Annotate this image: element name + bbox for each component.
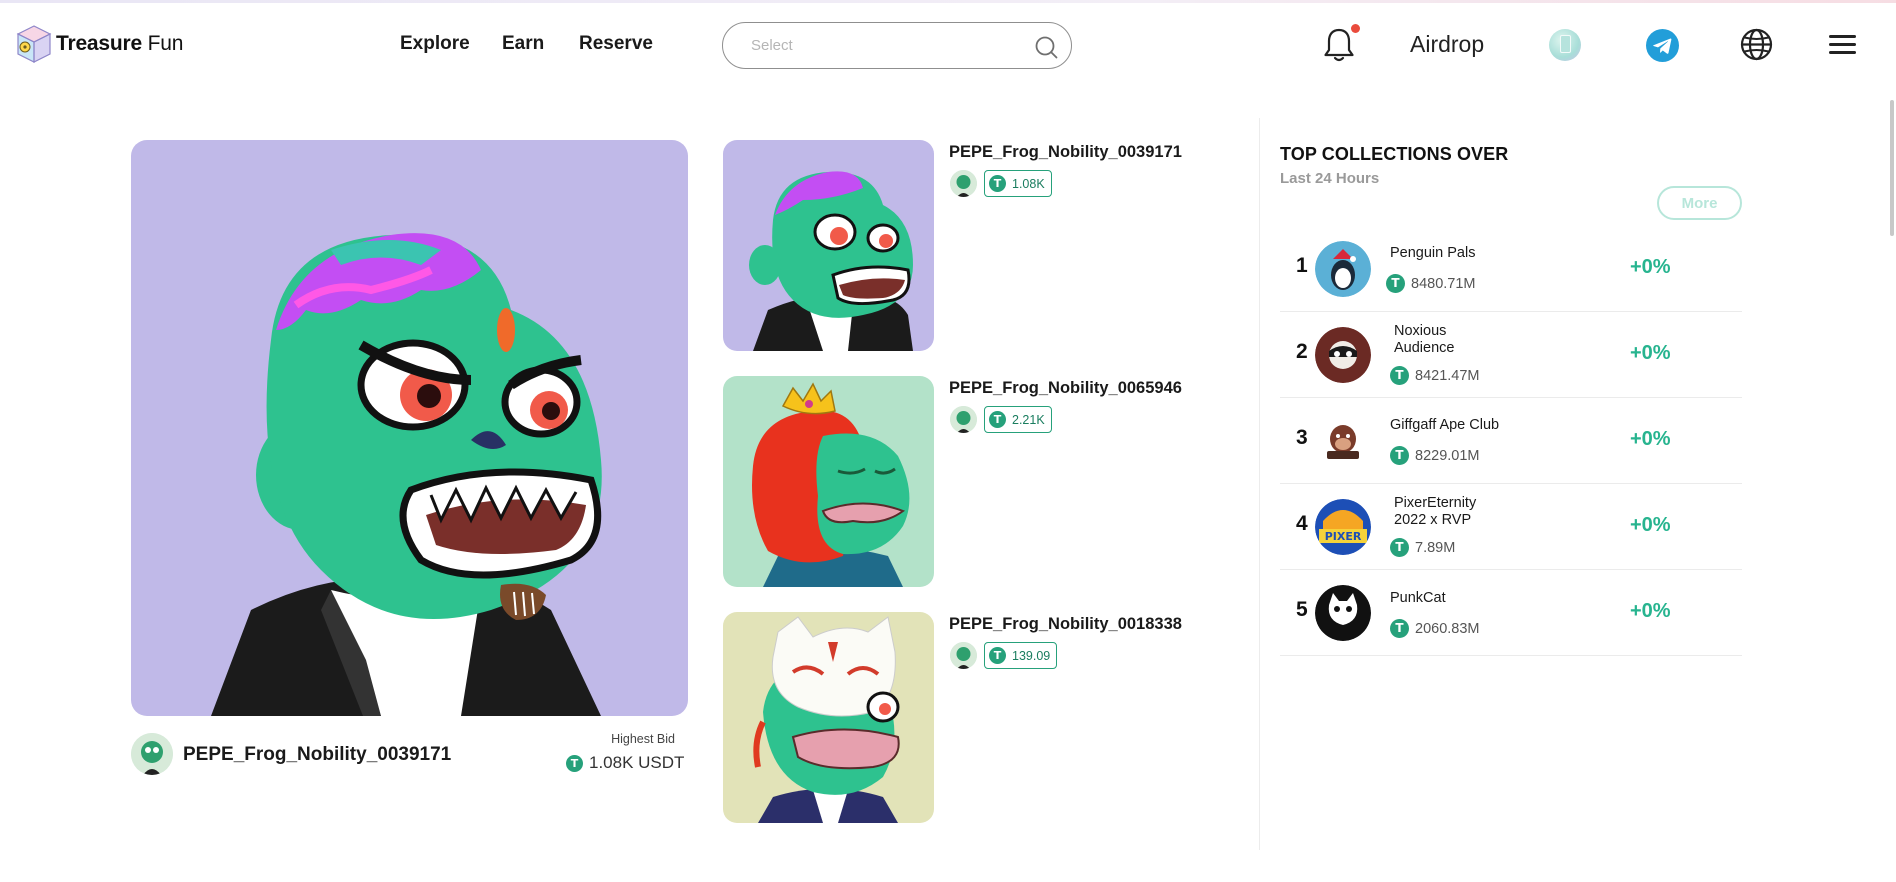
more-button[interactable]: More: [1657, 186, 1742, 220]
tether-icon: [989, 411, 1006, 428]
collection-name: PixerEternity 2022 x RVP: [1394, 495, 1477, 528]
nav-reserve[interactable]: Reserve: [579, 33, 653, 55]
tether-icon: [989, 175, 1006, 192]
top-collections-subtitle: Last 24 Hours: [1280, 170, 1380, 187]
collection-volume-value: 8421.47M: [1415, 367, 1480, 384]
collection-change: +0%: [1630, 514, 1671, 536]
nft-owner-avatar[interactable]: [950, 170, 977, 197]
nft-card-image[interactable]: [723, 140, 934, 351]
collection-change: +0%: [1630, 600, 1671, 622]
collection-volume: 2060.83M: [1390, 619, 1480, 638]
brand-name-light: Fun: [147, 32, 184, 55]
collection-rank: 2: [1296, 340, 1308, 363]
nft-card-title[interactable]: PEPE_Frog_Nobility_0039171: [949, 143, 1182, 162]
nft-owner-avatar[interactable]: [950, 642, 977, 669]
collection-change: +0%: [1630, 342, 1671, 364]
collection-rank: 4: [1296, 512, 1308, 535]
notification-dot: [1351, 24, 1360, 33]
highest-bid-label: Highest Bid: [611, 732, 675, 746]
collection-avatar: [1315, 241, 1371, 297]
nft-card-bid-value: 139.09: [1012, 648, 1051, 663]
tether-icon: [1390, 446, 1409, 465]
nft-card-image[interactable]: [723, 612, 934, 823]
collection-row[interactable]: 1 Penguin Pals 8480.71M +0%: [1280, 226, 1742, 312]
globe-language-icon[interactable]: [1740, 28, 1773, 61]
highest-bid-value: 1.08K USDT: [566, 753, 684, 773]
brand-name: Treasure Fun: [56, 32, 183, 56]
wallet-avatar[interactable]: [1549, 29, 1581, 61]
section-divider: [1259, 118, 1260, 850]
nft-card-title[interactable]: PEPE_Frog_Nobility_0065946: [949, 379, 1182, 398]
nav-earn[interactable]: Earn: [502, 33, 544, 55]
zombie-frog-illustration: [211, 233, 602, 716]
search-icon[interactable]: [1033, 34, 1059, 60]
featured-owner-avatar[interactable]: [131, 733, 173, 775]
collection-row[interactable]: 2 Noxious Audience 8421.47M +0%: [1280, 312, 1742, 398]
collection-avatar: [1315, 585, 1371, 641]
nft-card-image[interactable]: [723, 376, 934, 587]
collection-volume-value: 8229.01M: [1415, 447, 1480, 464]
tether-icon: [1386, 274, 1405, 293]
collection-volume-value: 2060.83M: [1415, 620, 1480, 637]
tether-icon: [566, 754, 583, 772]
featured-nft-image[interactable]: [131, 140, 688, 716]
collection-name: Giffgaff Ape Club: [1390, 417, 1500, 433]
tether-icon: [1390, 366, 1409, 385]
collection-name: Penguin Pals: [1390, 245, 1476, 261]
collection-volume: 8229.01M: [1390, 446, 1480, 465]
hamburger-menu-icon[interactable]: [1829, 35, 1856, 57]
page-scrollbar[interactable]: [1890, 100, 1894, 236]
nft-card-bid-value: 1.08K: [1012, 176, 1045, 191]
collection-name: PunkCat: [1390, 590, 1446, 606]
nft-card-bid: 2.21K: [984, 406, 1052, 433]
search-input[interactable]: [751, 33, 1021, 57]
nft-card-bid: 1.08K: [984, 170, 1052, 197]
collection-change: +0%: [1630, 256, 1671, 278]
telegram-icon[interactable]: [1646, 29, 1679, 62]
nft-card-bid-value: 2.21K: [1012, 412, 1045, 427]
cube-logo-icon: [16, 25, 52, 63]
top-accent-line: [0, 0, 1896, 3]
notification-bell-icon[interactable]: [1322, 26, 1356, 64]
collection-row[interactable]: 4 PIXER PixerEternity 2022 x RVP 7.89M +…: [1280, 484, 1742, 570]
nft-card-title[interactable]: PEPE_Frog_Nobility_0018338: [949, 615, 1182, 634]
collection-name: Noxious Audience: [1394, 323, 1455, 356]
collection-avatar: [1315, 413, 1371, 469]
collection-volume: 8480.71M: [1386, 274, 1476, 293]
collection-rank: 3: [1296, 426, 1308, 449]
collection-volume-value: 8480.71M: [1411, 275, 1476, 292]
collection-volume: 8421.47M: [1390, 366, 1480, 385]
collection-volume-value: 7.89M: [1415, 539, 1456, 556]
tether-icon: [1390, 538, 1409, 557]
nft-owner-avatar[interactable]: [950, 406, 977, 433]
nft-card-bid: 139.09: [984, 642, 1058, 669]
collection-change: +0%: [1630, 428, 1671, 450]
brand-name-bold: Treasure: [56, 32, 142, 55]
search-box[interactable]: [722, 22, 1072, 69]
collection-row[interactable]: 5 PunkCat 2060.83M +0%: [1280, 570, 1742, 656]
tether-icon: [1390, 619, 1409, 638]
collection-avatar: [1315, 327, 1371, 383]
collection-row[interactable]: 3 Giffgaff Ape Club 8229.01M +0%: [1280, 398, 1742, 484]
airdrop-link[interactable]: Airdrop: [1410, 31, 1484, 58]
highest-bid-amount: 1.08K USDT: [589, 753, 685, 772]
nav-explore[interactable]: Explore: [400, 33, 470, 55]
top-collections-title: TOP COLLECTIONS OVER: [1280, 144, 1509, 164]
tether-icon: [989, 647, 1006, 664]
collection-rank: 5: [1296, 598, 1308, 621]
collection-rank: 1: [1296, 254, 1308, 277]
collection-volume: 7.89M: [1390, 538, 1455, 557]
svg-text:PIXER: PIXER: [1325, 530, 1362, 543]
featured-nft-name[interactable]: PEPE_Frog_Nobility_0039171: [183, 744, 451, 766]
brand-logo[interactable]: Treasure Fun: [16, 24, 183, 64]
collection-avatar: PIXER: [1315, 499, 1371, 555]
